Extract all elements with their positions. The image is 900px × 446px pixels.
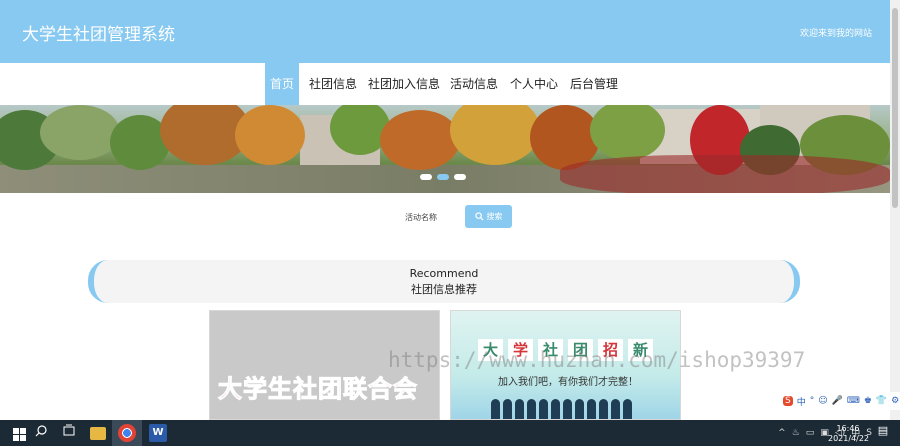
sogou-icon[interactable]: S	[783, 396, 793, 406]
activity-name-label: 活动名称	[405, 213, 437, 222]
carousel-indicators	[420, 174, 472, 182]
word-icon[interactable]: W	[149, 424, 167, 442]
recruit-subtitle: 加入我们吧，有你我们才完整！	[498, 377, 638, 388]
main-nav: 首页 社团信息 社团加入信息 活动信息 个人中心 后台管理	[0, 63, 890, 105]
site-header: 大学生社团管理系统 欢迎来到我的网站	[0, 0, 890, 63]
task-view-icon[interactable]	[60, 424, 78, 442]
windows-taskbar: W ^ ♨ ▭ ▣ ◁) 中 S	[0, 420, 900, 446]
notification-icon[interactable]: ▤	[874, 424, 892, 442]
windows-start-icon[interactable]	[10, 424, 28, 442]
settings-icon[interactable]: ⚙	[891, 396, 899, 406]
folder-tray-icon[interactable]: ▭	[806, 428, 815, 438]
search-icon[interactable]	[32, 424, 50, 442]
taskbar-clock[interactable]: 16:46 2021/4/22	[828, 424, 870, 444]
nav-home[interactable]: 首页	[265, 63, 300, 105]
nav-personal-center[interactable]: 个人中心	[505, 63, 563, 105]
carousel-dot-2[interactable]	[437, 174, 449, 180]
recommend-title-cn: 社团信息推荐	[411, 283, 477, 296]
browser-page: 大学生社团管理系统 欢迎来到我的网站 首页 社团信息 社团加入信息 活动信息 个…	[0, 0, 900, 446]
crowd-illustration	[491, 399, 651, 419]
nav-club-info[interactable]: 社团信息	[304, 63, 362, 105]
nav-club-join-info[interactable]: 社团加入信息	[363, 63, 445, 105]
file-explorer-icon[interactable]	[90, 427, 106, 440]
watermark-url: https://www.huzhan.com/ishop39397	[388, 348, 806, 372]
nav-activity-info[interactable]: 活动信息	[445, 63, 503, 105]
carousel-dot-1[interactable]	[420, 174, 432, 180]
microphone-icon[interactable]: 🎤	[832, 396, 843, 406]
chrome-icon[interactable]	[118, 424, 136, 442]
skin-icon[interactable]: ♚	[864, 396, 872, 406]
welcome-text: 欢迎来到我的网站	[799, 29, 872, 39]
nav-admin[interactable]: 后台管理	[565, 63, 623, 105]
ime-lang-toggle[interactable]: 中	[797, 395, 806, 408]
carousel-dot-3[interactable]	[454, 174, 466, 180]
recommend-section-header: Recommend 社团信息推荐	[88, 260, 800, 303]
ime-toolbar: S 中 ° ☺ 🎤 ⌨ ♚ 👕 ⚙	[780, 392, 900, 410]
keyboard-icon[interactable]: ⌨	[847, 396, 860, 406]
clock-time: 16:46	[836, 424, 860, 433]
search-button[interactable]: 搜索	[465, 205, 512, 228]
search-button-label: 搜索	[486, 212, 503, 221]
site-title: 大学生社团管理系统	[22, 25, 175, 45]
club-card-1-art-text: 大学生社团联合会	[218, 375, 418, 404]
ime-punct-icon[interactable]: °	[810, 396, 815, 406]
search-icon	[474, 212, 484, 221]
app-tray-icon[interactable]: ♨	[792, 428, 800, 438]
emoji-icon[interactable]: ☺	[818, 396, 827, 406]
clock-date: 2021/4/22	[828, 434, 870, 443]
recommend-title-en: Recommend	[409, 267, 479, 280]
shirt-icon[interactable]: 👕	[876, 396, 887, 406]
scrollbar-thumb[interactable]	[892, 8, 898, 208]
chevron-up-icon[interactable]: ^	[778, 428, 786, 438]
page-scrollbar[interactable]	[890, 0, 900, 420]
